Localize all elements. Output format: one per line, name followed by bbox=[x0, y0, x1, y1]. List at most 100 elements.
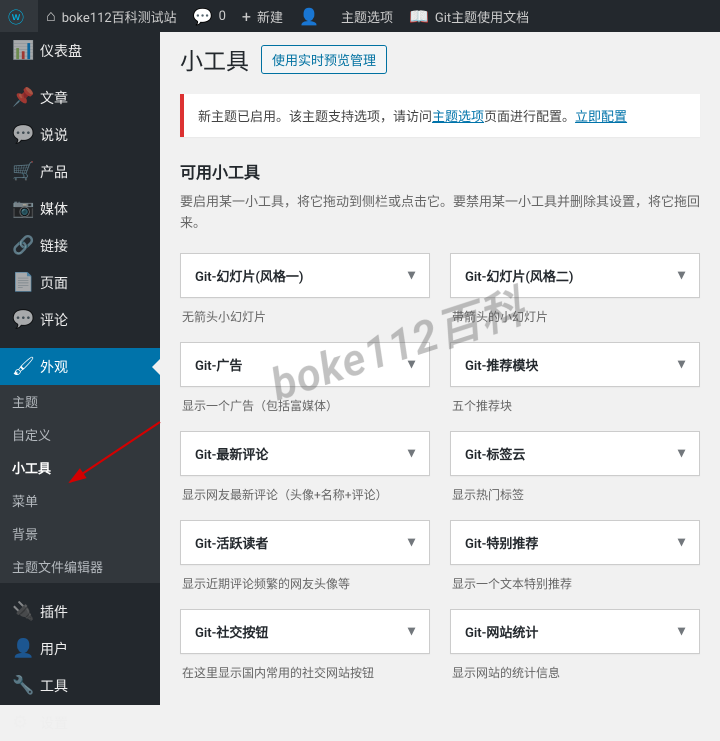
widget-title: Git-广告 bbox=[195, 355, 242, 374]
submenu-background[interactable]: 背景 bbox=[0, 517, 160, 550]
widget-title: Git-网站统计 bbox=[465, 622, 538, 641]
comment-icon: 💬 bbox=[12, 309, 32, 330]
wp-logo[interactable]: ⓦ bbox=[0, 0, 38, 32]
page-icon: 📄 bbox=[12, 272, 32, 293]
sidebar-item-label: 说说 bbox=[40, 125, 68, 145]
widget-item: Git-活跃读者显示近期评论频繁的网友头像等 bbox=[180, 520, 430, 593]
new-content[interactable]: +新建 bbox=[234, 0, 291, 32]
widget-header[interactable]: Git-最新评论 bbox=[180, 431, 430, 476]
widget-item: Git-标签云显示热门标签 bbox=[450, 431, 700, 504]
configure-now-link[interactable]: 立即配置 bbox=[575, 110, 627, 125]
appearance-submenu: 主题 自定义 小工具 菜单 背景 主题文件编辑器 bbox=[0, 385, 160, 583]
sidebar-item-label: 插件 bbox=[40, 602, 68, 622]
notice-text: 新主题已启用。该主题支持选项，请访问 bbox=[198, 110, 432, 125]
widget-title: Git-活跃读者 bbox=[195, 533, 268, 552]
main-wrap: 📊 仪表盘 📌文章 💬 说说 🛒 产品 📷媒体 🔗 链接 📄 页面 💬 评论 🖌 外观 主题 … bbox=[0, 32, 720, 705]
widget-header[interactable]: Git-推荐模块 bbox=[450, 342, 700, 387]
admin-sidebar: 📊 仪表盘 📌文章 💬 说说 🛒 产品 📷媒体 🔗 链接 📄 页面 💬 评论 🖌 外观 主题 … bbox=[0, 32, 160, 705]
sidebar-item-products[interactable]: 🛒 产品 bbox=[0, 153, 160, 190]
available-widgets-title: 可用小工具 bbox=[180, 159, 700, 183]
comments-link[interactable]: 💬0 bbox=[185, 0, 234, 32]
sidebar-item-media[interactable]: 📷媒体 bbox=[0, 190, 160, 227]
a11y-link[interactable]: 👤 bbox=[291, 0, 333, 32]
sidebar-item-shuoshuo[interactable]: 💬 说说 bbox=[0, 116, 160, 153]
submenu-customize[interactable]: 自定义 bbox=[0, 418, 160, 451]
widget-item: Git-推荐模块五个推荐块 bbox=[450, 342, 700, 415]
link-icon: 🔗 bbox=[12, 235, 32, 256]
sidebar-item-comments[interactable]: 💬 评论 bbox=[0, 301, 160, 338]
admin-topbar: ⓦ ⌂boke112百科测试站 💬0 +新建 👤 主题选项 📖Git主题使用文档 bbox=[0, 0, 720, 32]
sidebar-item-pages[interactable]: 📄 页面 bbox=[0, 264, 160, 301]
theme-options-label: 主题选项 bbox=[341, 7, 393, 26]
sidebar-item-label: 评论 bbox=[40, 310, 68, 330]
submenu-widgets[interactable]: 小工具 bbox=[0, 451, 160, 484]
comment-count: 0 bbox=[219, 9, 226, 24]
sidebar-item-tools[interactable]: 🔧工具 bbox=[0, 667, 160, 704]
sidebar-item-settings[interactable]: ⚙ 设置 bbox=[0, 704, 160, 741]
submenu-themes[interactable]: 主题 bbox=[0, 385, 160, 418]
widget-desc: 在这里显示国内常用的社交网站按钮 bbox=[180, 654, 430, 682]
widget-item: Git-广告显示一个广告（包括富媒体） bbox=[180, 342, 430, 415]
theme-options-link[interactable]: 主题选项 bbox=[333, 0, 401, 32]
wordpress-icon: ⓦ bbox=[8, 4, 24, 28]
chat-icon: 💬 bbox=[12, 124, 32, 145]
submenu-menus[interactable]: 菜单 bbox=[0, 484, 160, 517]
sidebar-item-label: 媒体 bbox=[40, 199, 68, 219]
widget-desc: 显示一个文本特别推荐 bbox=[450, 565, 700, 593]
sidebar-item-label: 工具 bbox=[40, 676, 68, 696]
sidebar-item-label: 外观 bbox=[40, 357, 68, 377]
user-icon: 👤 bbox=[12, 638, 32, 659]
theme-options-link[interactable]: 主题选项 bbox=[432, 110, 484, 125]
widget-header[interactable]: Git-特别推荐 bbox=[450, 520, 700, 565]
site-name: boke112百科测试站 bbox=[62, 7, 177, 26]
sidebar-item-label: 链接 bbox=[40, 236, 68, 256]
page-title: 小工具 bbox=[180, 42, 249, 76]
sidebar-item-appearance[interactable]: 🖌 外观 bbox=[0, 348, 160, 385]
widget-header[interactable]: Git-网站统计 bbox=[450, 609, 700, 654]
plug-icon: 🔌 bbox=[12, 601, 32, 622]
sidebar-item-posts[interactable]: 📌文章 bbox=[0, 79, 160, 116]
sidebar-item-label: 页面 bbox=[40, 273, 68, 293]
gear-icon: ⚙ bbox=[12, 712, 32, 733]
widget-desc: 显示网站的统计信息 bbox=[450, 654, 700, 682]
widget-header[interactable]: Git-幻灯片(风格二) bbox=[450, 253, 700, 298]
available-widgets-desc: 要启用某一小工具，将它拖动到侧栏或点击它。要禁用某一小工具并删除其设置，将它拖回… bbox=[180, 193, 700, 235]
live-preview-button[interactable]: 使用实时预览管理 bbox=[261, 45, 387, 74]
sidebar-item-label: 用户 bbox=[40, 639, 68, 659]
pin-icon: 📌 bbox=[12, 87, 32, 108]
site-link[interactable]: ⌂ boke112百科测试站 bbox=[38, 0, 185, 32]
docs-link[interactable]: 📖Git主题使用文档 bbox=[401, 0, 537, 32]
widget-item: Git-社交按钮在这里显示国内常用的社交网站按钮 bbox=[180, 609, 430, 682]
widgets-grid: Git-幻灯片(风格一)无箭头小幻灯片 Git-幻灯片(风格二) 带箭头的小幻灯片… bbox=[180, 253, 700, 698]
widget-desc: 带箭头的小幻灯片 bbox=[450, 298, 700, 326]
sidebar-item-links[interactable]: 🔗 链接 bbox=[0, 227, 160, 264]
submenu-theme-editor[interactable]: 主题文件编辑器 bbox=[0, 550, 160, 583]
plus-icon: + bbox=[242, 7, 251, 26]
sidebar-item-label: 仪表盘 bbox=[40, 41, 82, 61]
person-icon: 👤 bbox=[299, 7, 319, 26]
widget-item: Git-幻灯片(风格一)无箭头小幻灯片 bbox=[180, 253, 430, 326]
widget-title: Git-最新评论 bbox=[195, 444, 268, 463]
cart-icon: 🛒 bbox=[12, 161, 32, 182]
comment-icon: 💬 bbox=[193, 7, 213, 26]
widget-header[interactable]: Git-活跃读者 bbox=[180, 520, 430, 565]
widget-item: Git-网站统计显示网站的统计信息 bbox=[450, 609, 700, 682]
sidebar-item-dashboard[interactable]: 📊 仪表盘 bbox=[0, 32, 160, 69]
sidebar-item-label: 设置 bbox=[40, 713, 68, 733]
dashboard-icon: 📊 bbox=[12, 40, 32, 61]
book-icon: 📖 bbox=[409, 7, 429, 26]
sidebar-item-users[interactable]: 👤 用户 bbox=[0, 630, 160, 667]
widget-desc: 显示网友最新评论（头像+名称+评论） bbox=[180, 476, 430, 504]
widget-title: Git-幻灯片(风格二) bbox=[465, 266, 573, 285]
sidebar-item-plugins[interactable]: 🔌 插件 bbox=[0, 593, 160, 630]
widget-header[interactable]: Git-广告 bbox=[180, 342, 430, 387]
widget-header[interactable]: Git-标签云 bbox=[450, 431, 700, 476]
content-area: 小工具 使用实时预览管理 新主题已启用。该主题支持选项，请访问主题选项页面进行配… bbox=[160, 32, 720, 705]
brush-icon: 🖌 bbox=[12, 356, 32, 377]
widget-desc: 显示近期评论频繁的网友头像等 bbox=[180, 565, 430, 593]
widget-header[interactable]: Git-社交按钮 bbox=[180, 609, 430, 654]
home-icon: ⌂ bbox=[46, 6, 56, 26]
widget-header[interactable]: Git-幻灯片(风格一) bbox=[180, 253, 430, 298]
sidebar-item-label: 产品 bbox=[40, 162, 68, 182]
notice-text: 页面进行配置。 bbox=[484, 110, 575, 125]
